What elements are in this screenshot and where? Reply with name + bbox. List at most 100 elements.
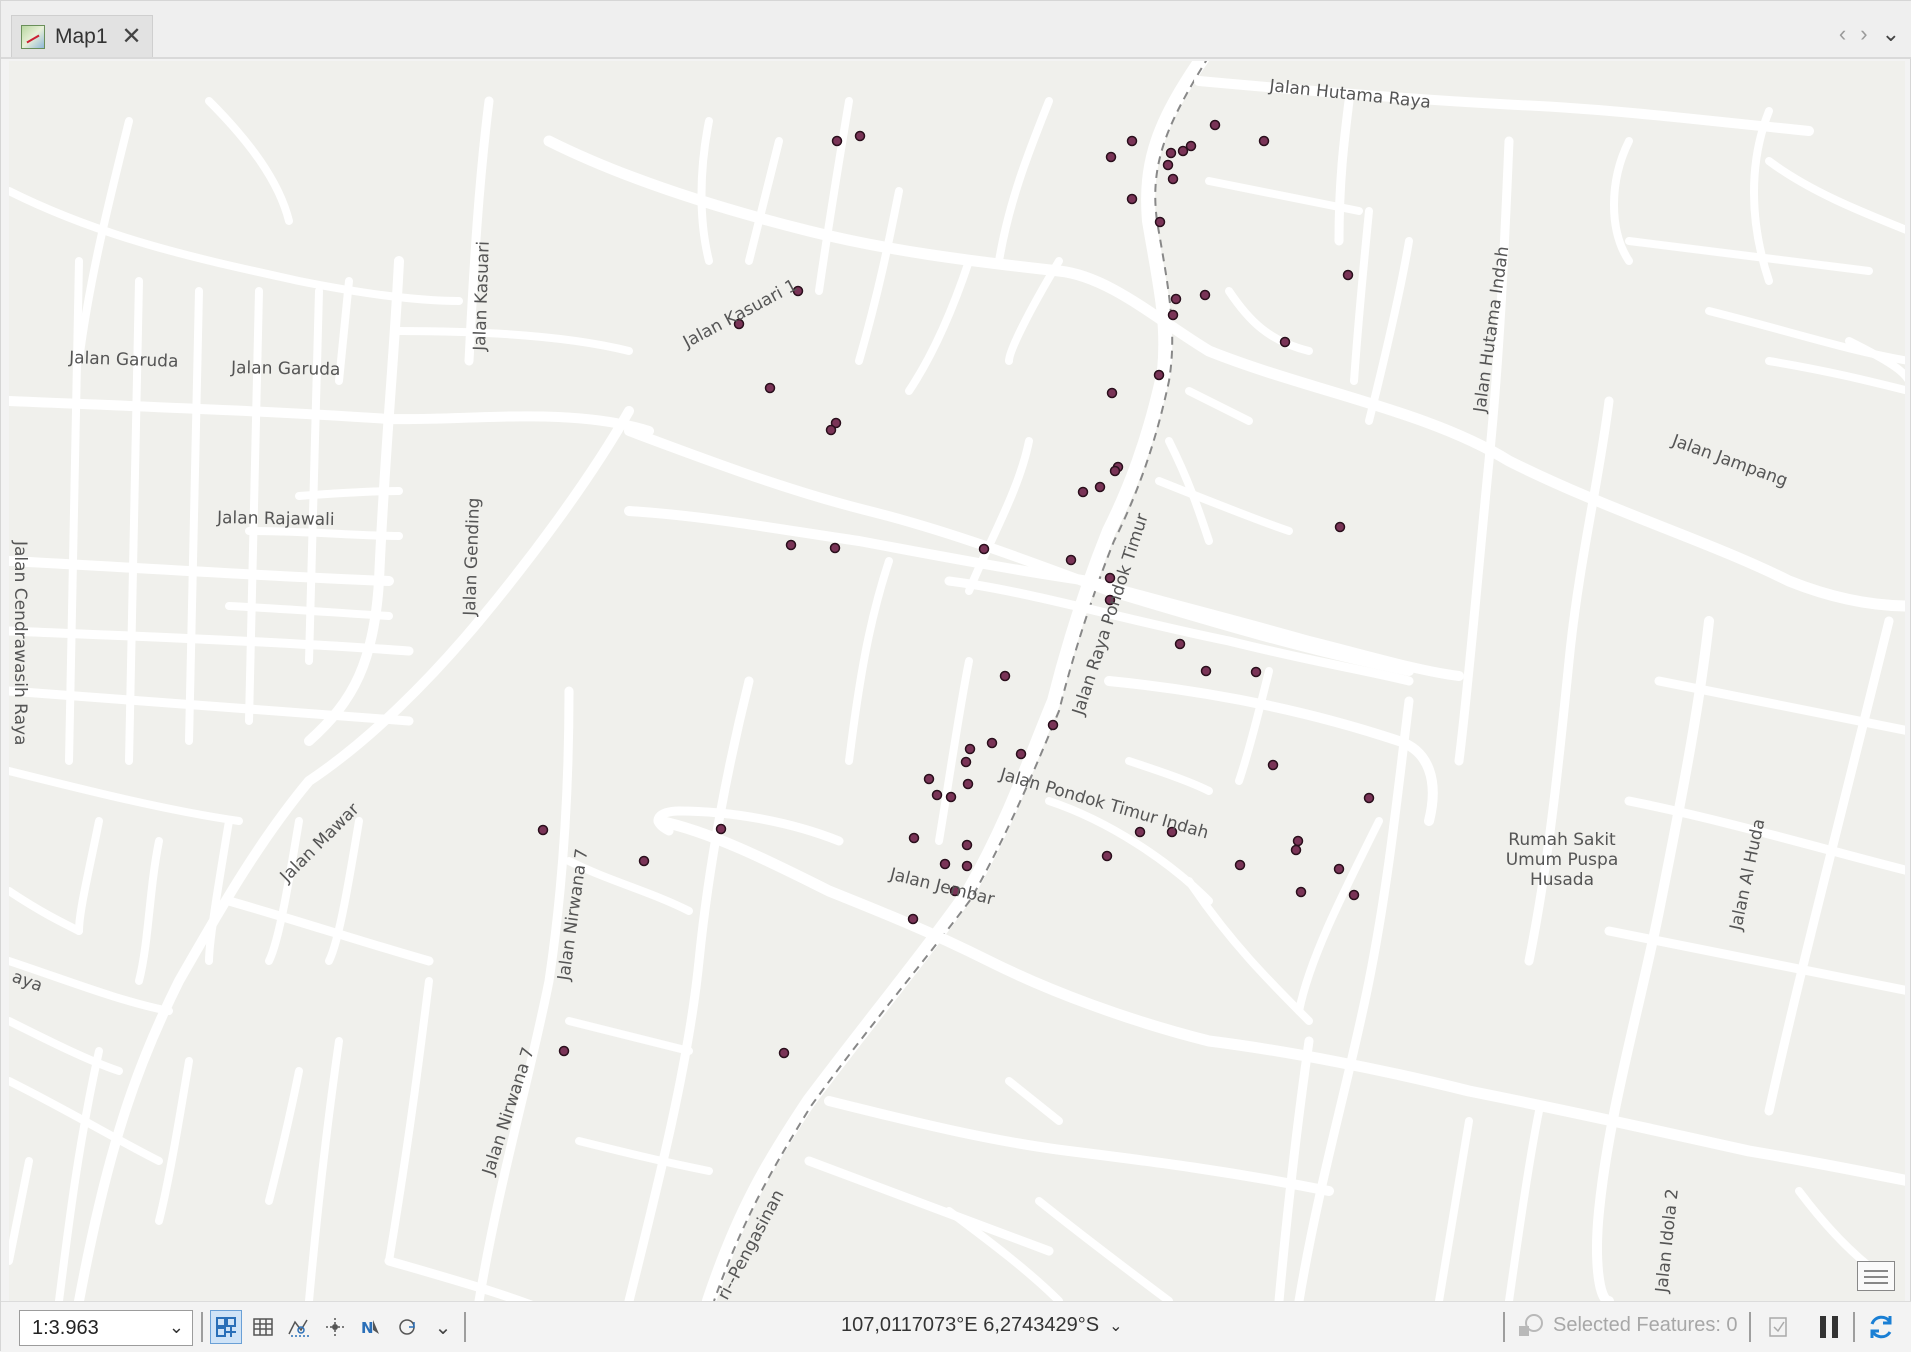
- point-feature[interactable]: [829, 542, 841, 554]
- point-feature[interactable]: [1167, 309, 1179, 321]
- point-feature[interactable]: [1126, 193, 1138, 205]
- point-feature[interactable]: [907, 913, 919, 925]
- point-feature[interactable]: [1077, 486, 1089, 498]
- label-rumah-sakit-line3: Husada: [1530, 870, 1594, 890]
- point-feature[interactable]: [1258, 135, 1270, 147]
- point-feature[interactable]: [964, 743, 976, 755]
- point-feature[interactable]: [908, 832, 920, 844]
- point-feature[interactable]: [1174, 638, 1186, 650]
- pause-drawing-button[interactable]: [1813, 1310, 1845, 1344]
- point-feature[interactable]: [1015, 748, 1027, 760]
- point-feature[interactable]: [978, 543, 990, 555]
- rotate-tool-button[interactable]: [391, 1310, 423, 1344]
- point-feature[interactable]: [785, 539, 797, 551]
- refresh-button[interactable]: [1865, 1310, 1897, 1344]
- point-feature[interactable]: [1153, 369, 1165, 381]
- point-feature[interactable]: [1094, 481, 1106, 493]
- label-jalan-gending: Jalan Gending: [460, 497, 484, 617]
- svg-text:N: N: [361, 1319, 374, 1337]
- point-feature[interactable]: [1185, 140, 1197, 152]
- point-feature[interactable]: [1333, 863, 1345, 875]
- point-feature[interactable]: [931, 789, 943, 801]
- chevron-left-icon[interactable]: ‹: [1839, 21, 1846, 47]
- chevron-right-icon[interactable]: ›: [1860, 21, 1867, 47]
- point-feature[interactable]: [1101, 850, 1113, 862]
- point-feature[interactable]: [1267, 759, 1279, 771]
- more-tools-dropdown[interactable]: ⌄: [427, 1310, 459, 1344]
- snapping-button[interactable]: [283, 1310, 315, 1344]
- point-feature[interactable]: [825, 424, 837, 436]
- point-feature[interactable]: [1250, 666, 1262, 678]
- point-feature[interactable]: [1126, 135, 1138, 147]
- point-feature[interactable]: [1348, 889, 1360, 901]
- chevron-down-icon: ⌄: [168, 1317, 184, 1337]
- point-feature[interactable]: [1334, 521, 1346, 533]
- tab-map1[interactable]: Map1 ✕: [11, 15, 153, 57]
- point-feature[interactable]: [1165, 147, 1177, 159]
- point-feature[interactable]: [1200, 665, 1212, 677]
- point-feature[interactable]: [962, 778, 974, 790]
- point-feature[interactable]: [1065, 554, 1077, 566]
- point-feature[interactable]: [764, 382, 776, 394]
- map-canvas[interactable]: Jalan Hutama Raya Jalan Garuda Jalan Gar…: [9, 61, 1905, 1301]
- crosshair-icon: [326, 1318, 344, 1336]
- point-feature[interactable]: [1342, 269, 1354, 281]
- point-feature[interactable]: [1134, 826, 1146, 838]
- point-feature[interactable]: [537, 824, 549, 836]
- arcgis-map-window: Map1 ✕ ‹ › ⌄ Jalan Hutama Raya Jalan Gar…: [0, 0, 1911, 1352]
- point-feature[interactable]: [1105, 151, 1117, 163]
- point-feature[interactable]: [1209, 119, 1221, 131]
- point-feature[interactable]: [1363, 792, 1375, 804]
- point-feature[interactable]: [558, 1045, 570, 1057]
- point-feature[interactable]: [1290, 844, 1302, 856]
- attribute-table-button[interactable]: [247, 1310, 279, 1344]
- point-feature[interactable]: [961, 839, 973, 851]
- navigate-tool-button[interactable]: [210, 1310, 242, 1344]
- point-feature[interactable]: [1167, 173, 1179, 185]
- clear-selection-button[interactable]: [1763, 1310, 1795, 1344]
- point-feature[interactable]: [923, 773, 935, 785]
- point-feature[interactable]: [831, 135, 843, 147]
- point-feature[interactable]: [961, 860, 973, 872]
- point-feature[interactable]: [854, 130, 866, 142]
- north-arrow-icon: N: [361, 1319, 379, 1337]
- grid-snap-button[interactable]: [319, 1310, 351, 1344]
- point-feature[interactable]: [638, 855, 650, 867]
- scale-dropdown[interactable]: 1:3.963 ⌄: [19, 1310, 193, 1346]
- label-jalan-idola-2: Jalan Idola 2: [1652, 1188, 1683, 1295]
- label-jalan-garuda-1: Jalan Garuda: [68, 348, 179, 372]
- point-feature[interactable]: [1292, 835, 1304, 847]
- point-feature[interactable]: [1234, 859, 1246, 871]
- label-jalan-garuda-2: Jalan Garuda: [230, 358, 341, 380]
- label-rumah-sakit-line2: Umum Puspa: [1506, 850, 1619, 870]
- point-feature[interactable]: [1162, 159, 1174, 171]
- point-feature[interactable]: [960, 756, 972, 768]
- chevron-down-icon[interactable]: ⌄: [1882, 21, 1900, 47]
- scale-value: 1:3.963: [32, 1316, 99, 1339]
- point-feature[interactable]: [1154, 216, 1166, 228]
- attribution-icon[interactable]: [1857, 1261, 1895, 1291]
- selected-features[interactable]: Selected Features: 0: [1519, 1312, 1738, 1338]
- point-feature[interactable]: [1199, 289, 1211, 301]
- divider: [464, 1312, 466, 1342]
- coordinate-readout[interactable]: 107,0117073°E 6,2743429°S ⌄: [841, 1314, 1122, 1337]
- point-feature[interactable]: [1295, 886, 1307, 898]
- point-feature[interactable]: [778, 1047, 790, 1059]
- close-icon[interactable]: ✕: [122, 24, 142, 49]
- label-jalan-kasuari: Jalan Kasuari: [470, 241, 494, 352]
- selected-features-label: Selected Features: 0: [1553, 1313, 1738, 1336]
- map-icon: [21, 24, 45, 49]
- point-feature[interactable]: [1109, 465, 1121, 477]
- point-feature[interactable]: [986, 737, 998, 749]
- point-feature[interactable]: [1047, 719, 1059, 731]
- layers-grid-icon: [216, 1317, 236, 1337]
- north-arrow-button[interactable]: N: [355, 1310, 387, 1344]
- point-feature[interactable]: [999, 670, 1011, 682]
- point-feature[interactable]: [945, 791, 957, 803]
- point-feature[interactable]: [1279, 336, 1291, 348]
- divider: [201, 1312, 203, 1342]
- point-feature[interactable]: [939, 858, 951, 870]
- point-feature[interactable]: [1170, 293, 1182, 305]
- point-feature[interactable]: [1106, 387, 1118, 399]
- point-feature[interactable]: [715, 823, 727, 835]
